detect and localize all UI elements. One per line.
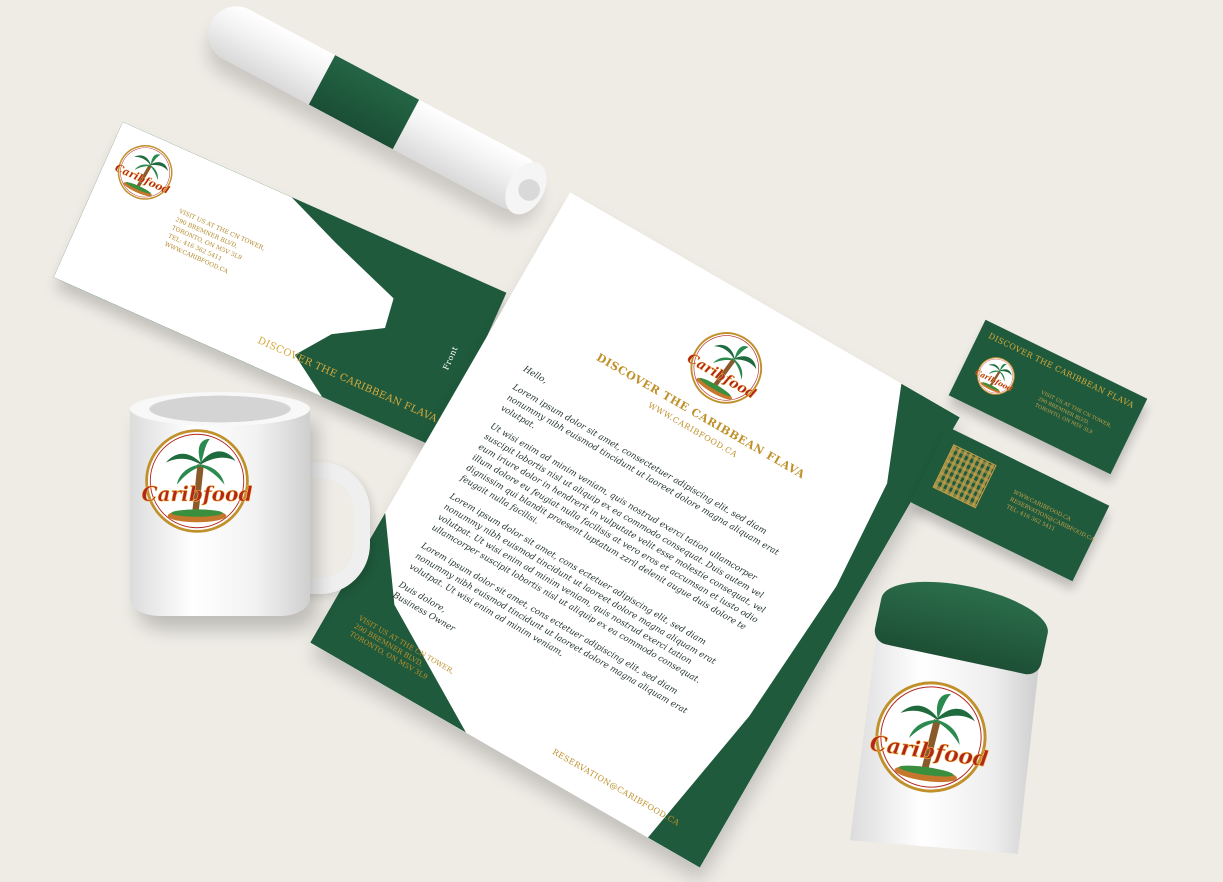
qr-code-icon [932, 444, 997, 509]
palm-tree-logo-icon [142, 426, 252, 536]
coffee-mug [130, 390, 370, 640]
envelope-front-label: Front [441, 344, 460, 372]
business-card-contact: WWW.CARIBFOOD.CA RESERVATION@CARIBFOOD.C… [1005, 489, 1099, 551]
mug-rim [130, 392, 310, 426]
palm-tree-logo-icon [969, 349, 1022, 402]
business-card-address: VISIT US AT THE CN TOWER, 290 BREMNER BL… [1033, 390, 1113, 443]
letter-body: Hello, Lorem ipsum dolor sit amet, conse… [390, 364, 812, 765]
palm-tree-logo-icon [864, 670, 997, 803]
contact-line: RESERVATION@CARIBFOOD.CA [1008, 496, 1096, 544]
letterhead-reservation: RESERVATION@CARIBFOOD.CA [550, 747, 682, 828]
takeaway-cup [830, 569, 1060, 862]
stationery-mockup-scene: VISIT US AT THE CN TOWER, 290 BREMNER BL… [0, 0, 1223, 882]
